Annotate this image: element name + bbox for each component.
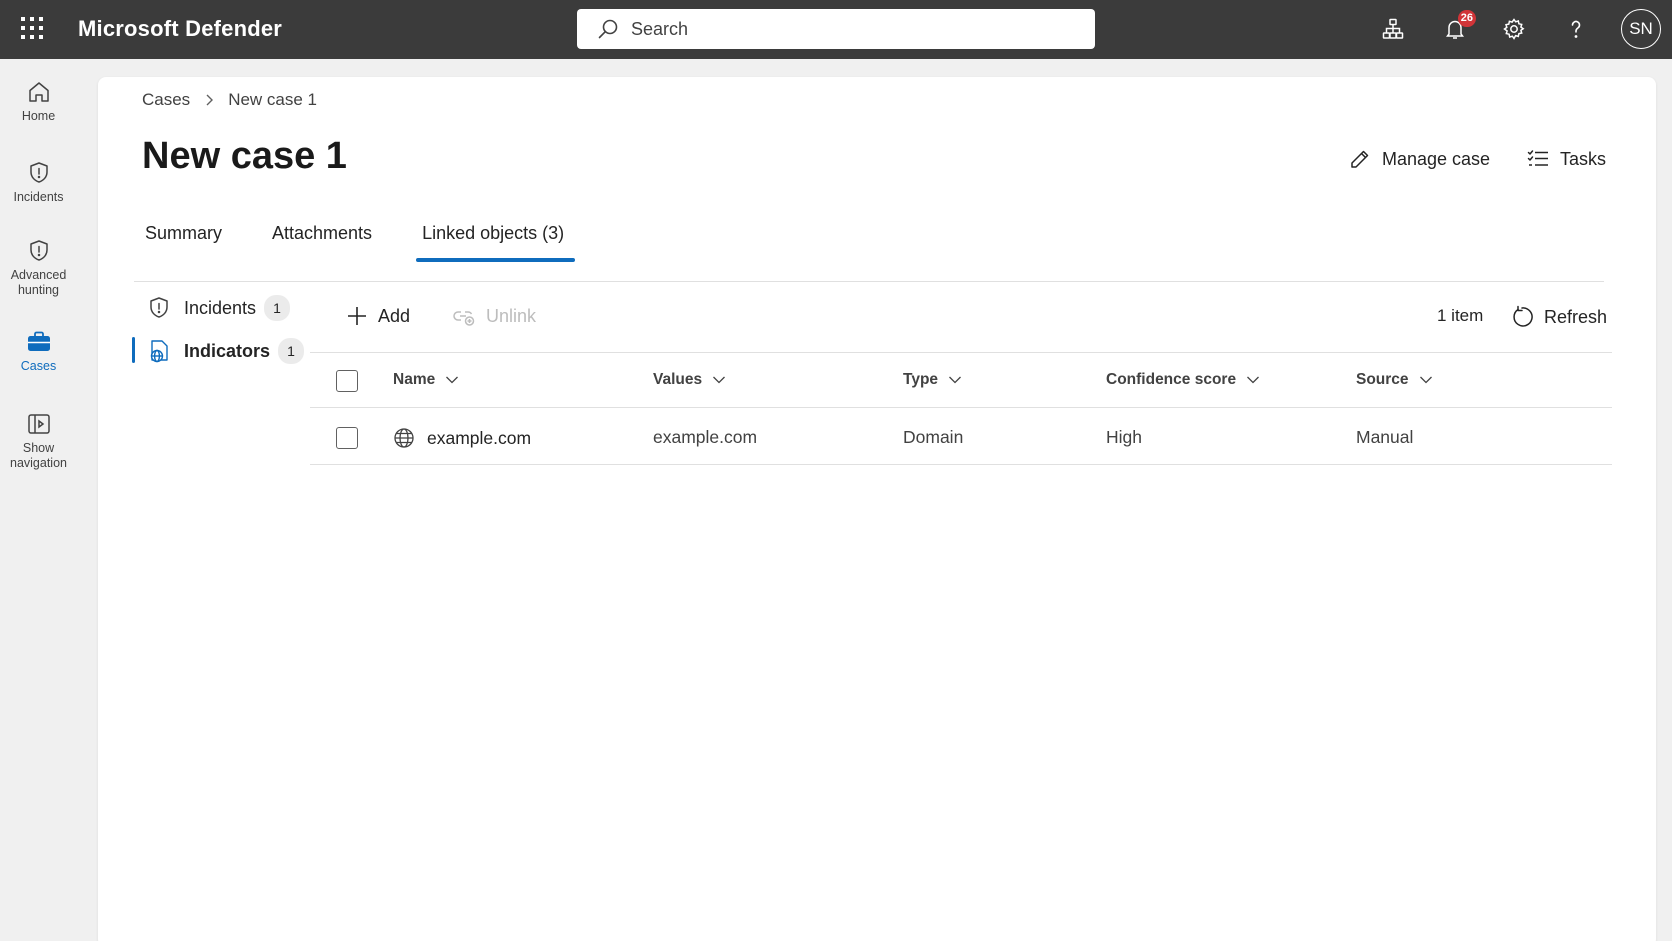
indicators-count-badge: 1 xyxy=(278,338,305,364)
grid-row-divider xyxy=(310,464,1612,465)
org-chart-icon[interactable] xyxy=(1378,14,1408,44)
gear-icon xyxy=(1503,18,1525,40)
app-title[interactable]: Microsoft Defender xyxy=(78,16,282,42)
show-navigation-icon xyxy=(27,414,50,434)
tab-attachments[interactable]: Attachments xyxy=(269,223,375,259)
rail-item-show-navigation[interactable]: Show navigation xyxy=(0,411,77,471)
unlink-button[interactable]: Unlink xyxy=(452,305,536,327)
shield-icon xyxy=(29,162,48,183)
row-checkbox[interactable] xyxy=(336,427,358,449)
tab-divider xyxy=(134,281,1604,282)
home-icon xyxy=(28,82,49,102)
page-title: New case 1 xyxy=(142,135,347,177)
row-confidence: High xyxy=(1106,427,1142,447)
user-avatar[interactable]: SN xyxy=(1621,9,1661,49)
search-input[interactable] xyxy=(631,18,1071,40)
shield-icon xyxy=(29,240,48,261)
notification-badge: 26 xyxy=(1457,10,1476,27)
chevron-down-icon xyxy=(949,376,961,384)
help-icon xyxy=(1571,20,1581,38)
row-type: Domain xyxy=(903,427,964,447)
tab-summary[interactable]: Summary xyxy=(142,223,225,259)
grid-header-divider xyxy=(310,407,1612,408)
column-header-name[interactable]: Name xyxy=(393,371,459,389)
tasks-button[interactable]: Tasks xyxy=(1526,147,1606,171)
subnav-item-incidents[interactable]: Incidents 1 xyxy=(146,295,291,321)
column-header-confidence-score[interactable]: Confidence score xyxy=(1106,371,1260,389)
pencil-icon xyxy=(1351,150,1369,168)
plus-icon xyxy=(348,307,366,325)
tab-linked-objects[interactable]: Linked objects (3) xyxy=(416,223,576,262)
incidents-count-badge: 1 xyxy=(264,295,291,321)
column-header-type[interactable]: Type xyxy=(903,371,962,389)
select-all-checkbox[interactable] xyxy=(336,370,358,392)
left-navigation-rail: Home Incidents Advanced hunting Cases Sh… xyxy=(0,59,77,941)
breadcrumb-cases-link[interactable]: Cases xyxy=(142,90,190,110)
notifications-button[interactable]: 26 xyxy=(1440,10,1476,44)
breadcrumb: Cases New case 1 xyxy=(142,90,317,110)
settings-button[interactable] xyxy=(1499,14,1529,44)
rail-item-incidents[interactable]: Incidents xyxy=(0,160,77,205)
rail-item-advanced-hunting[interactable]: Advanced hunting xyxy=(0,238,77,298)
manage-case-button[interactable]: Manage case xyxy=(1348,147,1490,171)
task-list-icon xyxy=(1527,150,1548,166)
top-bar: Microsoft Defender 26 xyxy=(0,0,1672,59)
chevron-down-icon xyxy=(446,376,459,384)
column-header-source[interactable]: Source xyxy=(1356,371,1433,389)
globe-icon xyxy=(394,428,414,448)
chevron-down-icon xyxy=(1419,376,1432,384)
breadcrumb-current: New case 1 xyxy=(228,90,318,109)
rail-item-home[interactable]: Home xyxy=(0,79,77,124)
main-content-card: Cases New case 1 New case 1 Manage case … xyxy=(98,77,1656,941)
app-launcher-icon[interactable] xyxy=(20,16,44,40)
rail-item-cases[interactable]: Cases xyxy=(0,329,77,374)
subnav-item-indicators[interactable]: Indicators 1 xyxy=(146,338,305,364)
row-value: example.com xyxy=(653,427,758,447)
column-header-values[interactable]: Values xyxy=(653,371,726,389)
add-button[interactable]: Add xyxy=(346,305,410,327)
tab-bar: Summary Attachments Linked objects (3) xyxy=(142,223,611,262)
chevron-down-icon xyxy=(713,376,726,384)
active-indicator xyxy=(132,337,135,363)
chevron-right-icon xyxy=(204,93,214,107)
shield-icon xyxy=(150,297,168,318)
refresh-button[interactable]: Refresh xyxy=(1510,305,1607,329)
grid-top-divider xyxy=(310,352,1612,353)
help-button[interactable] xyxy=(1561,14,1591,44)
row-name-link[interactable]: example.com xyxy=(393,427,531,449)
search-box[interactable] xyxy=(577,9,1095,49)
unlink-icon xyxy=(453,311,475,326)
item-count: 1 item xyxy=(1437,306,1484,325)
chevron-down-icon xyxy=(1247,376,1260,384)
search-icon xyxy=(598,19,618,39)
refresh-icon xyxy=(1513,305,1533,327)
briefcase-icon xyxy=(27,331,50,351)
indicator-globe-icon xyxy=(150,340,168,363)
row-source: Manual xyxy=(1356,427,1414,447)
